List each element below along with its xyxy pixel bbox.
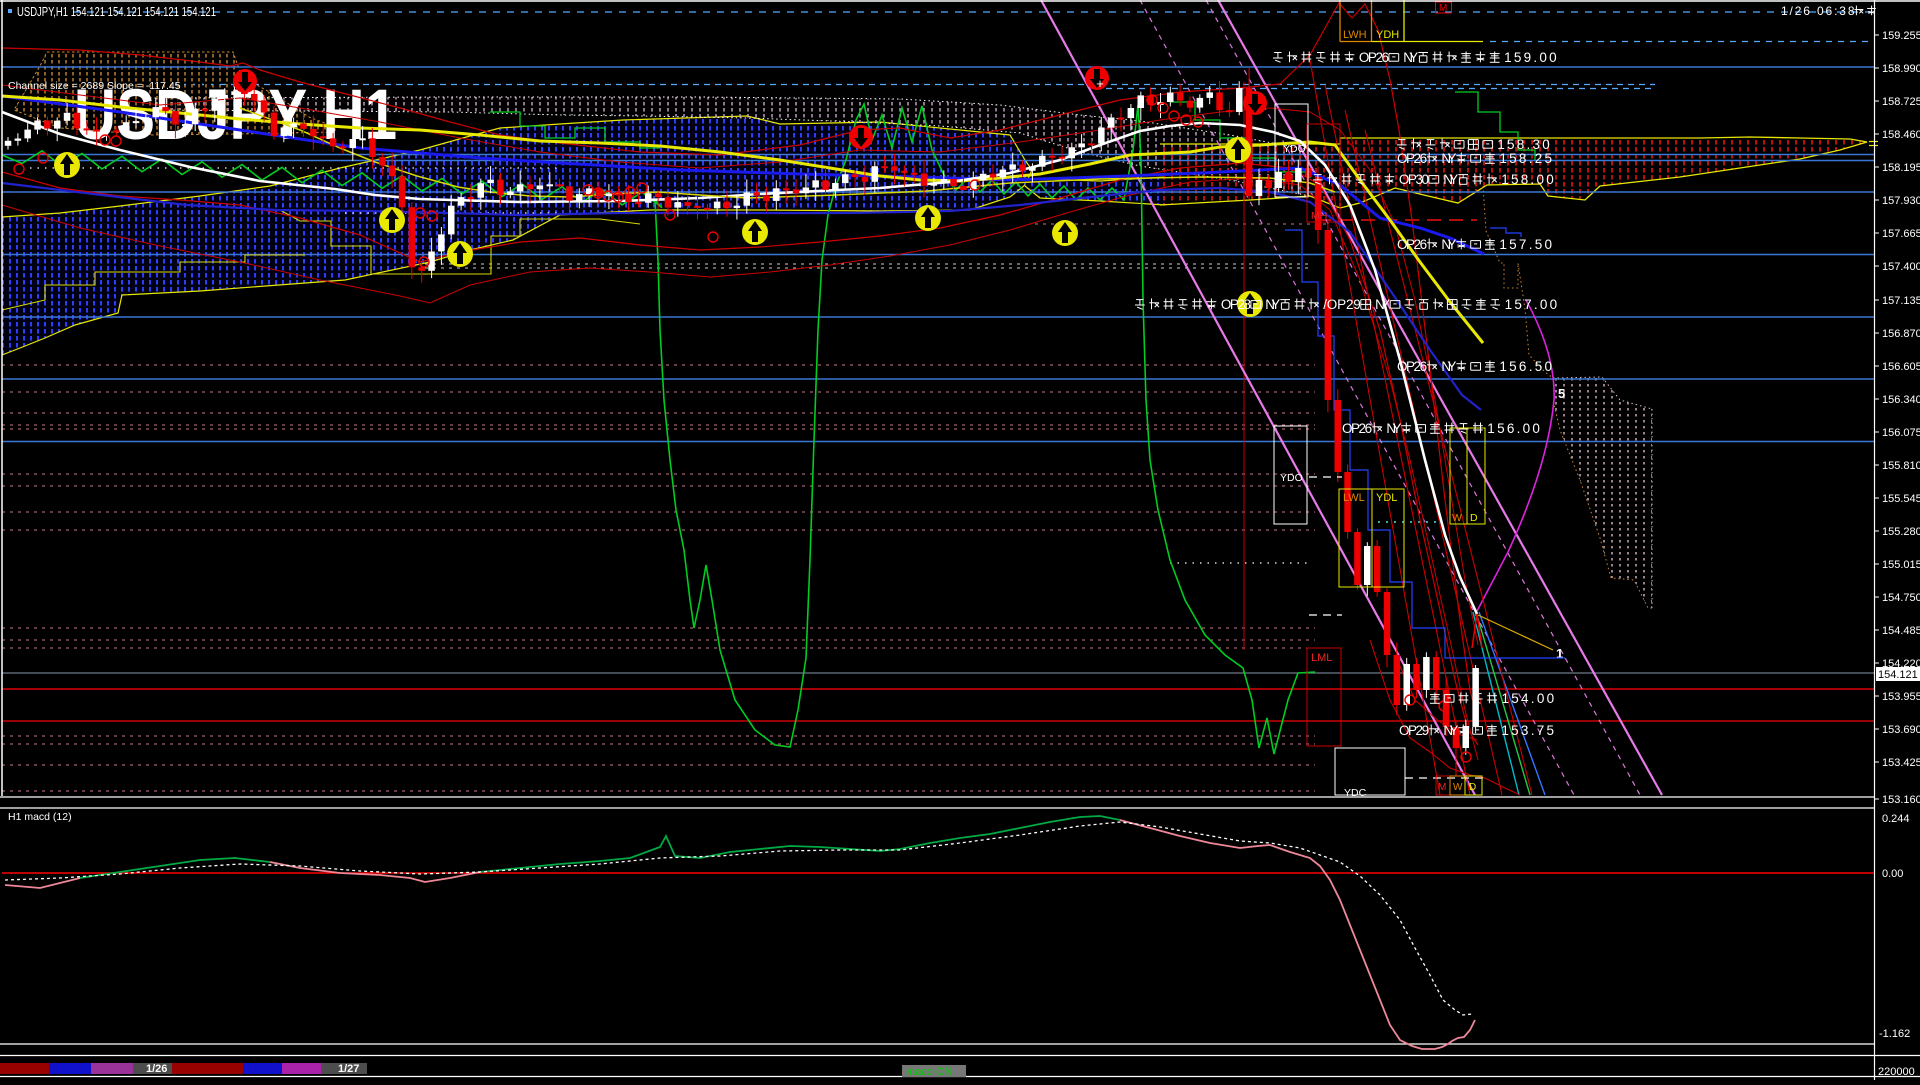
svg-text:YDL: YDL	[1376, 492, 1397, 504]
svg-text:M: M	[1439, 3, 1447, 14]
svg-text:157.135: 157.135	[1882, 295, 1920, 307]
svg-text:OP26: OP26	[1342, 421, 1372, 436]
svg-text:220000: 220000	[1878, 1066, 1915, 1078]
svg-text:157.400: 157.400	[1882, 261, 1920, 273]
svg-text:153.160: 153.160	[1882, 794, 1920, 806]
svg-text:158.990: 158.990	[1882, 63, 1920, 75]
svg-text:W: W	[1452, 512, 1462, 524]
svg-text:155.280: 155.280	[1882, 526, 1920, 538]
svg-text:YDO: YDO	[1280, 472, 1303, 484]
svg-text:157.665: 157.665	[1882, 228, 1920, 240]
svg-text:-1.162: -1.162	[1879, 1028, 1910, 1040]
svg-text:NY: NY	[1375, 297, 1390, 312]
svg-text:0.244: 0.244	[1882, 813, 1910, 825]
svg-text:+: +	[1096, 76, 1104, 91]
svg-text:155.015: 155.015	[1882, 559, 1920, 571]
svg-text:NY: NY	[1265, 297, 1280, 312]
svg-text:0.00: 0.00	[1882, 868, 1903, 880]
svg-text:155.810: 155.810	[1882, 460, 1920, 472]
svg-text:NY: NY	[1441, 237, 1456, 252]
svg-text:158.460: 158.460	[1882, 129, 1920, 141]
svg-text:H1 macd (12): H1 macd (12)	[8, 811, 72, 823]
svg-text:OP29: OP29	[1399, 723, 1429, 738]
svg-text:NY: NY	[1403, 50, 1418, 65]
svg-text:1/26 06:38: 1/26 06:38	[1781, 4, 1855, 18]
svg-text:USDJPY,H1 154.121 154.121 154: USDJPY,H1 154.121 154.121 154.121 154.12…	[17, 5, 216, 19]
svg-text:Channel size = 2689 Slope = -1: Channel size = 2689 Slope = -117.45	[8, 80, 181, 92]
svg-text:1/27: 1/27	[338, 1063, 359, 1075]
svg-text:156.340: 156.340	[1882, 394, 1920, 406]
svg-text:YDH: YDH	[1376, 29, 1399, 41]
svg-text:153.425: 153.425	[1882, 757, 1920, 769]
svg-text:154.750: 154.750	[1882, 592, 1920, 604]
svg-text:NY: NY	[1441, 151, 1456, 166]
svg-text:159.255: 159.255	[1882, 30, 1920, 42]
svg-text:OP26: OP26	[1397, 237, 1427, 252]
svg-text:156.870: 156.870	[1882, 328, 1920, 340]
svg-text:W: W	[1453, 782, 1463, 793]
svg-text:158.725: 158.725	[1882, 96, 1920, 108]
svg-text:macd ON: macd ON	[906, 1066, 953, 1078]
svg-text:154.121: 154.121	[1878, 669, 1918, 681]
svg-text:NY: NY	[1386, 421, 1401, 436]
svg-text:156.075: 156.075	[1882, 427, 1920, 439]
svg-text:OP26: OP26	[1359, 50, 1389, 65]
svg-text:OP26: OP26	[1397, 359, 1427, 374]
svg-text:NY: NY	[1443, 172, 1458, 187]
svg-text:OP28: OP28	[1221, 297, 1251, 312]
svg-text:1/26: 1/26	[146, 1063, 167, 1075]
svg-text:158.195: 158.195	[1882, 162, 1920, 174]
svg-text:5: 5	[1558, 386, 1565, 401]
svg-text:NY: NY	[1441, 359, 1456, 374]
svg-text:LML: LML	[1311, 652, 1332, 664]
svg-text:153.690: 153.690	[1882, 724, 1920, 736]
svg-text:MH: MH	[1311, 210, 1327, 222]
svg-text:D: D	[1470, 512, 1478, 524]
svg-text:155.545: 155.545	[1882, 493, 1920, 505]
svg-text:157.930: 157.930	[1882, 195, 1920, 207]
svg-text:YDO: YDO	[1283, 143, 1306, 155]
svg-text:D: D	[1469, 782, 1476, 793]
svg-text:LWH: LWH	[1343, 29, 1367, 41]
svg-text:/OP29: /OP29	[1323, 297, 1361, 312]
svg-text:M: M	[1438, 782, 1446, 793]
svg-text:LWL: LWL	[1343, 492, 1365, 504]
svg-text:1: 1	[1556, 646, 1563, 661]
svg-text:NY: NY	[1443, 723, 1458, 738]
svg-text:154.485: 154.485	[1882, 625, 1920, 637]
svg-text:156.605: 156.605	[1882, 361, 1920, 373]
svg-text:OP26: OP26	[1397, 151, 1427, 166]
svg-text:153.955: 153.955	[1882, 691, 1920, 703]
svg-text:OP30: OP30	[1399, 172, 1429, 187]
